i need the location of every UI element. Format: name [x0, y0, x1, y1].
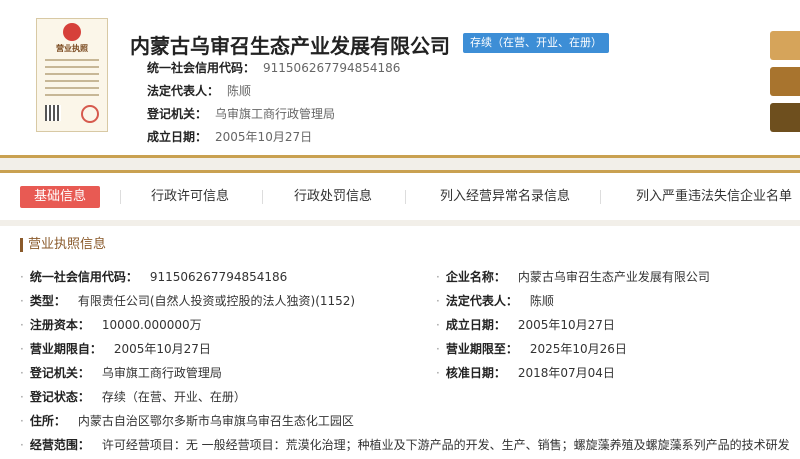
row-approval-date: · 核准日期： 2018年07月04日 — [436, 366, 615, 380]
national-emblem-icon — [63, 23, 81, 41]
side-action-button-3[interactable] — [770, 103, 800, 132]
status-badge: 存续（在营、开业、在册） — [463, 33, 609, 53]
row-registration-authority: · 登记机关： 乌审旗工商行政管理局 — [20, 366, 222, 380]
header-registration-authority: 登记机关： 乌审旗工商行政管理局 — [147, 107, 336, 121]
row-company-name: · 企业名称： 内蒙古乌审召生态产业发展有限公司 — [436, 270, 710, 284]
tab-serious-violation[interactable]: 列入严重违法失信企业名单（ — [636, 186, 800, 208]
row-business-scope: · 经营范围： 许可经营项目：无 一般经营项目：荒漠化治理；种植业及下游产品的开发、… — [20, 438, 790, 452]
header-founding-date: 成立日期： 2005年10月27日 — [147, 130, 313, 144]
qr-code-icon — [45, 105, 61, 121]
license-info-panel: 营业执照信息 · 统一社会信用代码： 911506267794854186 · 类型：… — [0, 226, 800, 459]
row-legal-rep: · 法定代表人： 陈顺 — [436, 294, 554, 308]
row-founding-date: · 成立日期： 2005年10月27日 — [436, 318, 615, 332]
tab-admin-license[interactable]: 行政许可信息 — [151, 186, 229, 208]
row-address: · 住所： 内蒙古自治区鄂尔多斯市乌审旗乌审召生态化工园区 — [20, 414, 354, 428]
row-type: · 类型： 有限责任公司(自然人投资或控股的法人独资)(1152) — [20, 294, 356, 308]
row-credit-code: · 统一社会信用代码： 911506267794854186 — [20, 270, 288, 284]
row-business-term-from: · 营业期限自： 2005年10月27日 — [20, 342, 211, 356]
header-legal-rep: 法定代表人： 陈顺 — [147, 84, 252, 98]
section-title: 营业执照信息 — [20, 238, 106, 252]
official-seal-icon — [81, 105, 99, 123]
company-header-card: 营业执照 内蒙古乌审召生态产业发展有限公司 存续（在营、开业、在册） 统一社会信… — [0, 0, 800, 158]
side-action-button-2[interactable] — [770, 67, 800, 96]
license-thumbnail-title: 营业执照 — [56, 43, 88, 53]
header-credit-code: 统一社会信用代码： 911506267794854186 — [147, 61, 401, 75]
info-tab-bar: 基础信息 行政许可信息 行政处罚信息 列入经营异常名录信息 列入严重违法失信企业… — [0, 170, 800, 220]
tab-basic-info[interactable]: 基础信息 — [20, 186, 101, 208]
side-action-button-1[interactable] — [770, 31, 800, 60]
tab-abnormal-operation[interactable]: 列入经营异常名录信息 — [440, 186, 570, 208]
row-business-term-to: · 营业期限至： 2025年10月26日 — [436, 342, 627, 356]
row-registration-status: · 登记状态： 存续（在营、开业、在册） — [20, 390, 246, 404]
business-license-thumbnail[interactable]: 营业执照 — [36, 18, 108, 132]
company-name: 内蒙古乌审召生态产业发展有限公司 — [130, 34, 450, 58]
row-registered-capital: · 注册资本： 10000.000000万 — [20, 318, 202, 332]
tab-admin-penalty[interactable]: 行政处罚信息 — [294, 186, 372, 208]
